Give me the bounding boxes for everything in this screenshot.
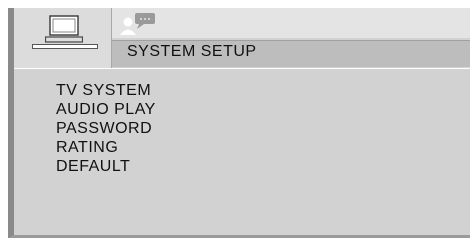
setup-panel: SYSTEM SETUP TV SYSTEM AUDIO PLAY PASSWO…: [8, 8, 470, 238]
header-divider: [14, 68, 470, 69]
page-title: SYSTEM SETUP: [127, 43, 257, 60]
menu-item-tv-system[interactable]: TV SYSTEM: [56, 81, 156, 100]
tab-system-setup[interactable]: [14, 8, 112, 68]
menu-item-audio-play[interactable]: AUDIO PLAY: [56, 100, 156, 119]
menu-item-default[interactable]: DEFAULT: [56, 157, 156, 176]
selected-tab-indicator: [32, 44, 98, 49]
title-bar: SYSTEM SETUP: [112, 40, 470, 67]
monitor-icon: [45, 15, 83, 43]
menu-item-rating[interactable]: RATING: [56, 138, 156, 157]
setup-menu: TV SYSTEM AUDIO PLAY PASSWORD RATING DEF…: [56, 81, 156, 176]
menu-item-password[interactable]: PASSWORD: [56, 119, 156, 138]
person-speech-icon[interactable]: [119, 11, 157, 37]
